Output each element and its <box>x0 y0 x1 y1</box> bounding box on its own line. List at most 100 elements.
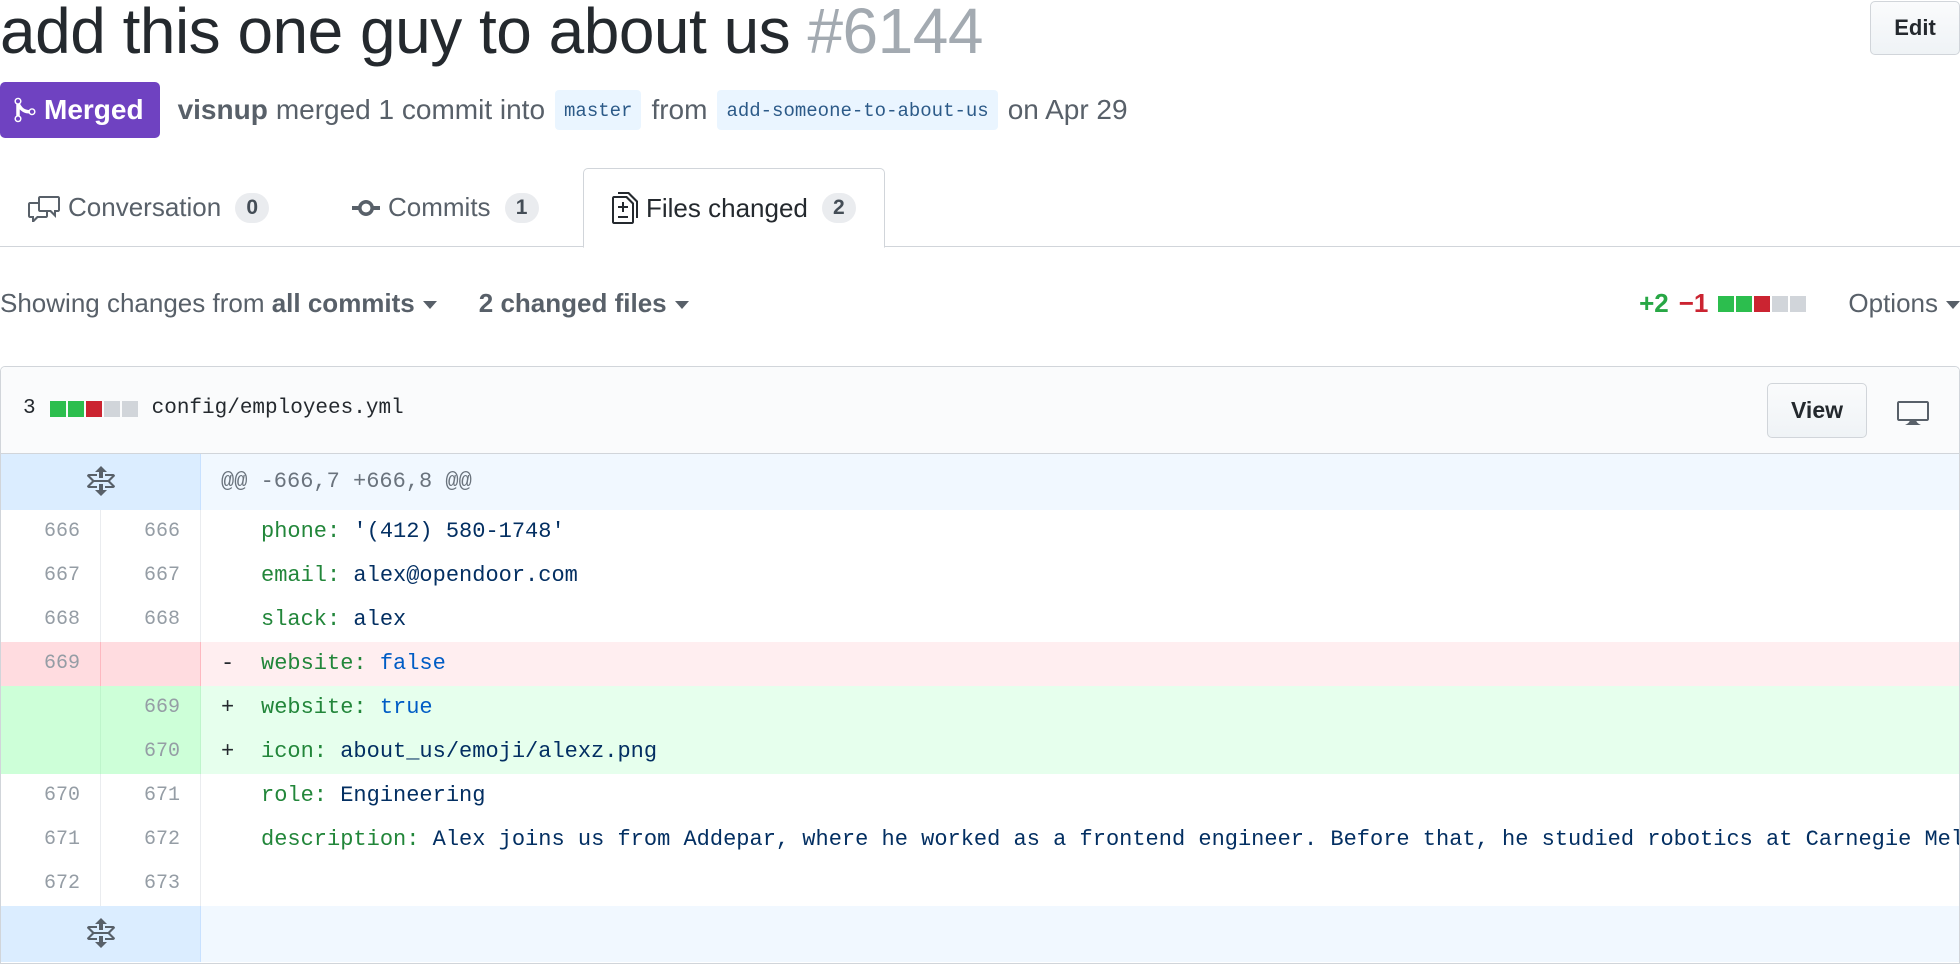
unfold-icon <box>86 466 115 496</box>
git-commit-icon <box>352 199 380 216</box>
diffstat-block-deleted <box>85 400 102 417</box>
comment-discussion-icon <box>28 195 60 222</box>
old-line-number[interactable]: 671 <box>1 818 101 862</box>
yaml-value: about_us/emoji/alexz.png <box>340 739 658 764</box>
code-line: role: Engineering <box>201 774 1959 818</box>
pr-title: add this one guy to about us #6144 <box>0 0 983 68</box>
file-change-count: 3 <box>23 397 36 420</box>
pr-tabs: Conversation 0 Commits 1 Files changed 2 <box>0 168 1960 248</box>
yaml-value: false <box>379 651 446 676</box>
code-line: description: Alex joins us from Addepar,… <box>201 818 1959 862</box>
code-line: email: alex@opendoor.com <box>201 554 1959 598</box>
diffstat-block-added <box>49 400 66 417</box>
new-line-number[interactable]: 670 <box>101 730 201 774</box>
yaml-value: Alex joins us from Addepar, where he wor… <box>432 827 1959 852</box>
yaml-value: Engineering <box>340 783 486 808</box>
new-line-number[interactable]: 668 <box>101 598 201 642</box>
tab-conversation-count: 0 <box>235 192 270 223</box>
yaml-key: email: <box>261 563 341 588</box>
yaml-value: true <box>379 695 433 720</box>
diff-marker <box>221 774 261 818</box>
changed-files-dropdown[interactable]: 2 changed files <box>479 288 689 319</box>
hunk-header-text: @@ -666,7 +666,8 @@ <box>201 454 1959 510</box>
yaml-key: description: <box>261 827 420 852</box>
tab-files-changed-count: 2 <box>821 193 856 223</box>
base-branch[interactable]: master <box>555 90 642 130</box>
diff-line: 666 666 phone: '(412) 580-1748' <box>1 510 1959 554</box>
old-line-number[interactable] <box>1 686 101 730</box>
git-merge-icon <box>14 97 36 123</box>
file-header: 3 config/employees.yml View <box>1 367 1959 454</box>
chevron-down-icon <box>674 301 689 310</box>
display-rich-diff-icon[interactable] <box>1897 397 1929 430</box>
tab-files-changed-label: Files changed <box>646 192 808 223</box>
diff-line: 669 - website: false <box>1 642 1959 686</box>
head-branch[interactable]: add-someone-to-about-us <box>717 90 998 130</box>
tab-commits[interactable]: Commits 1 <box>352 168 539 247</box>
new-line-number[interactable] <box>101 642 201 686</box>
yaml-value: alex <box>353 607 407 632</box>
hunk-footer <box>1 906 1959 962</box>
chevron-down-icon <box>1946 301 1960 310</box>
code-line: + icon: about_us/emoji/alexz.png <box>201 730 1959 774</box>
diffstat-block-added <box>1718 295 1735 312</box>
author-link[interactable]: visnup <box>178 94 268 126</box>
file-diffstat <box>49 400 140 417</box>
new-line-number[interactable]: 667 <box>101 554 201 598</box>
diff-marker: + <box>221 695 235 720</box>
old-line-number[interactable]: 672 <box>1 862 101 906</box>
pr-meta: Merged visnup merged 1 commit into maste… <box>0 82 1136 138</box>
options-label: Options <box>1848 288 1938 318</box>
yaml-value: alex@opendoor.com <box>353 563 578 588</box>
diff-toolbar: Showing changes from all commits 2 chang… <box>0 284 1960 326</box>
old-line-number[interactable]: 669 <box>1 642 101 686</box>
file-path[interactable]: config/employees.yml <box>152 397 404 420</box>
diffstat-block-deleted <box>1754 295 1771 312</box>
diff-lines: 666 666 phone: '(412) 580-1748' 667 667 ema… <box>1 510 1959 906</box>
merged-state-label: Merged <box>44 94 144 125</box>
tab-conversation[interactable]: Conversation 0 <box>28 168 270 247</box>
showing-changes-text[interactable]: Showing changes from all commits <box>0 288 437 319</box>
tab-conversation-label: Conversation <box>68 192 222 222</box>
new-line-number[interactable]: 673 <box>101 862 201 906</box>
file-diff: 3 config/employees.yml View @@ -666,7 +6… <box>0 366 1960 964</box>
old-line-number[interactable]: 670 <box>1 774 101 818</box>
old-line-number[interactable] <box>1 730 101 774</box>
expand-up-button[interactable] <box>1 454 201 510</box>
tab-files-changed[interactable]: Files changed 2 <box>583 168 885 248</box>
yaml-key: website: <box>261 695 367 720</box>
diff-marker <box>221 510 261 554</box>
showing-prefix: Showing changes from <box>0 288 265 318</box>
new-line-number[interactable]: 672 <box>101 818 201 862</box>
diff-marker: - <box>221 651 235 676</box>
diff-line: 671 672 description: Alex joins us from A… <box>1 818 1959 862</box>
pr-number: #6144 <box>807 0 983 67</box>
diffstat-bar <box>1718 295 1808 312</box>
yaml-key: slack: <box>261 607 341 632</box>
new-line-number[interactable]: 669 <box>101 686 201 730</box>
diff-marker: + <box>221 739 235 764</box>
old-line-number[interactable]: 668 <box>1 598 101 642</box>
merge-date: on Apr 29 <box>1007 94 1128 125</box>
code-line <box>201 862 1959 906</box>
new-line-number[interactable]: 671 <box>101 774 201 818</box>
chevron-down-icon <box>422 301 437 310</box>
yaml-key: phone: <box>261 519 341 544</box>
code-line: slack: alex <box>201 598 1959 642</box>
pr-title-row: add this one guy to about us #6144 Edit <box>0 0 1960 70</box>
yaml-value: '(412) 580-1748' <box>353 519 565 544</box>
edit-button[interactable]: Edit <box>1870 1 1960 55</box>
expand-down-button[interactable] <box>1 906 201 962</box>
diffstat-block-added <box>1736 295 1753 312</box>
new-line-number[interactable]: 666 <box>101 510 201 554</box>
yaml-key: website: <box>261 651 367 676</box>
diff-line: 667 667 email: alex@opendoor.com <box>1 554 1959 598</box>
old-line-number[interactable]: 666 <box>1 510 101 554</box>
options-dropdown[interactable]: Options <box>1848 288 1960 319</box>
diff-table: @@ -666,7 +666,8 @@ 666 666 phone: '(412)… <box>1 454 1959 962</box>
hunk-header: @@ -666,7 +666,8 @@ <box>1 454 1959 510</box>
view-file-button[interactable]: View <box>1767 383 1867 438</box>
diffstat-block-neutral <box>1790 295 1807 312</box>
old-line-number[interactable]: 667 <box>1 554 101 598</box>
diff-marker <box>221 818 261 862</box>
